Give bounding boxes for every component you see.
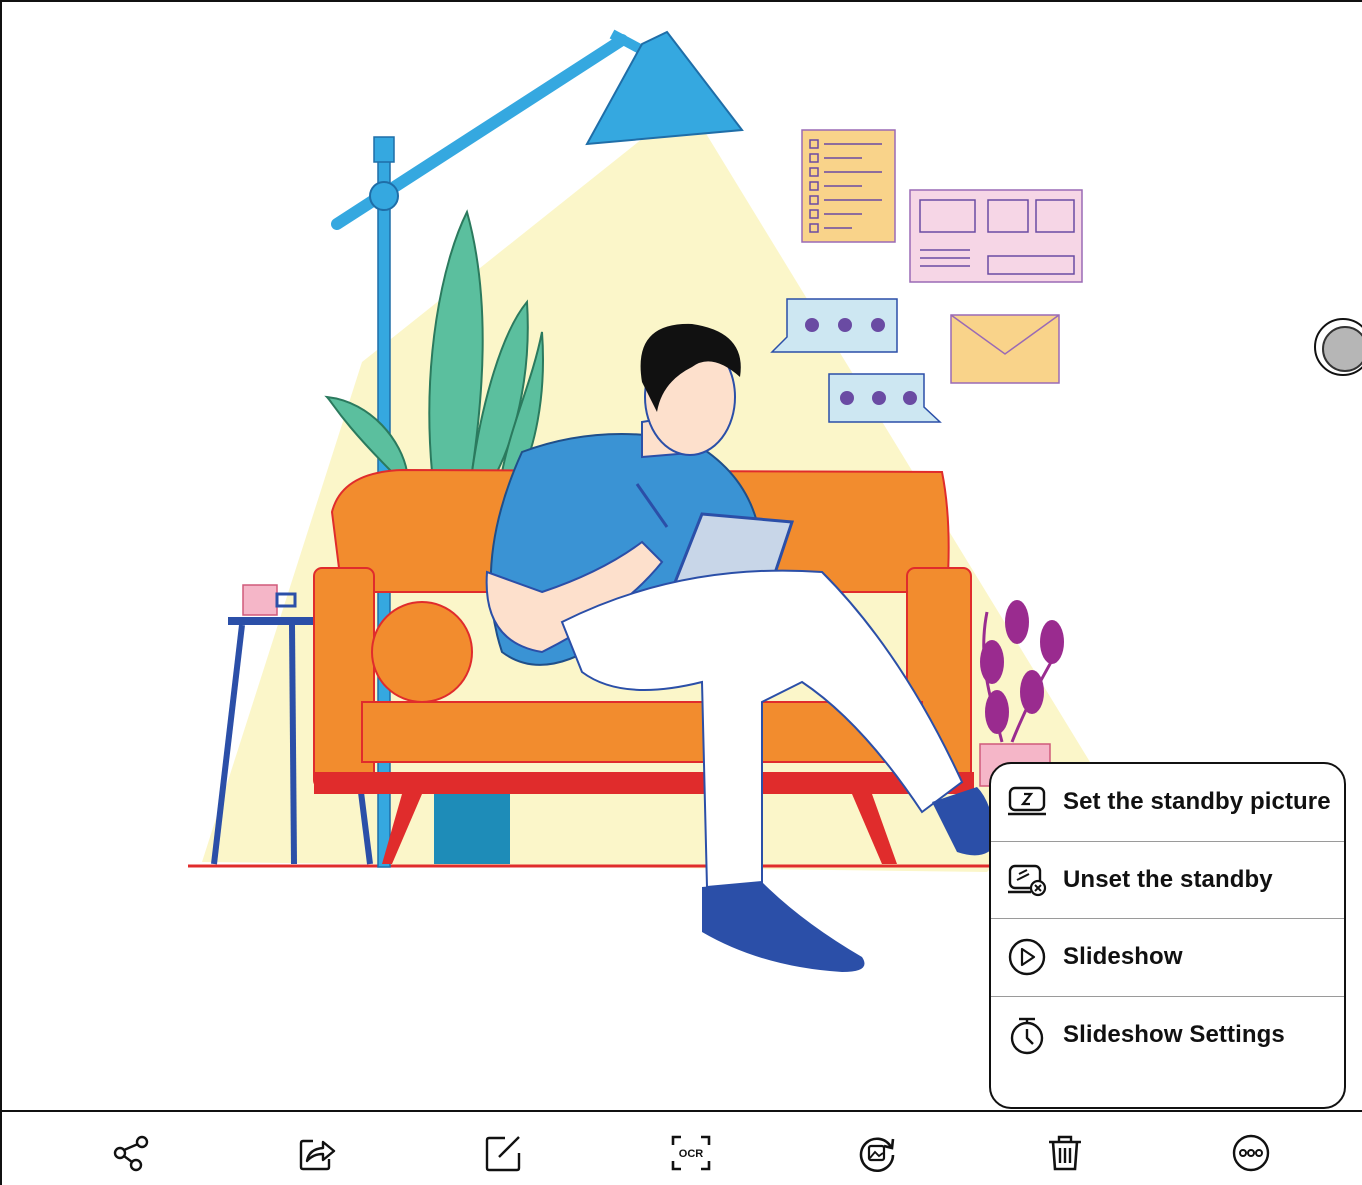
envelope — [950, 314, 1060, 384]
wireframe-panel — [909, 189, 1083, 283]
more-button[interactable] — [1228, 1130, 1274, 1176]
menu-item-unset-standby[interactable]: Unset the standby — [991, 842, 1344, 919]
send-button[interactable] — [294, 1130, 340, 1176]
chat-bubble-2 — [828, 373, 942, 423]
ocr-label: OCR — [679, 1148, 704, 1160]
send-icon — [299, 1139, 336, 1171]
ocr-button[interactable]: OCR — [668, 1130, 714, 1176]
menu-item-label: Unset the standby — [1063, 865, 1273, 893]
image-viewer: Set the standby picture Unset the standb… — [0, 0, 1362, 1185]
share-icon — [113, 1135, 149, 1172]
rotate-button[interactable] — [854, 1130, 900, 1176]
edit-button[interactable] — [480, 1130, 526, 1176]
share-button[interactable] — [108, 1130, 154, 1176]
standby-picture-icon — [1007, 782, 1047, 822]
chat-bubble-1 — [770, 298, 898, 353]
menu-item-slideshow[interactable]: Slideshow — [991, 919, 1344, 997]
ocr-icon: OCR — [671, 1135, 711, 1171]
unset-standby-icon — [1007, 860, 1047, 900]
menu-item-label: Slideshow — [1063, 943, 1183, 971]
menu-item-label: Set the standby picture — [1063, 788, 1331, 816]
timer-icon — [1007, 1015, 1047, 1055]
more-icon — [1232, 1134, 1270, 1172]
checklist-note — [801, 129, 896, 243]
edit-icon — [485, 1136, 521, 1172]
trash-icon — [1049, 1135, 1081, 1171]
menu-item-slideshow-settings[interactable]: Slideshow Settings — [991, 997, 1344, 1075]
more-options-menu: Set the standby picture Unset the standb… — [989, 762, 1346, 1109]
rotate-image-icon — [859, 1137, 895, 1172]
menu-item-label: Slideshow Settings — [1063, 1021, 1285, 1049]
play-icon — [1007, 937, 1047, 977]
bottom-toolbar: OCR — [2, 1110, 1362, 1185]
menu-item-set-standby[interactable]: Set the standby picture — [991, 764, 1344, 842]
delete-button[interactable] — [1042, 1130, 1088, 1176]
